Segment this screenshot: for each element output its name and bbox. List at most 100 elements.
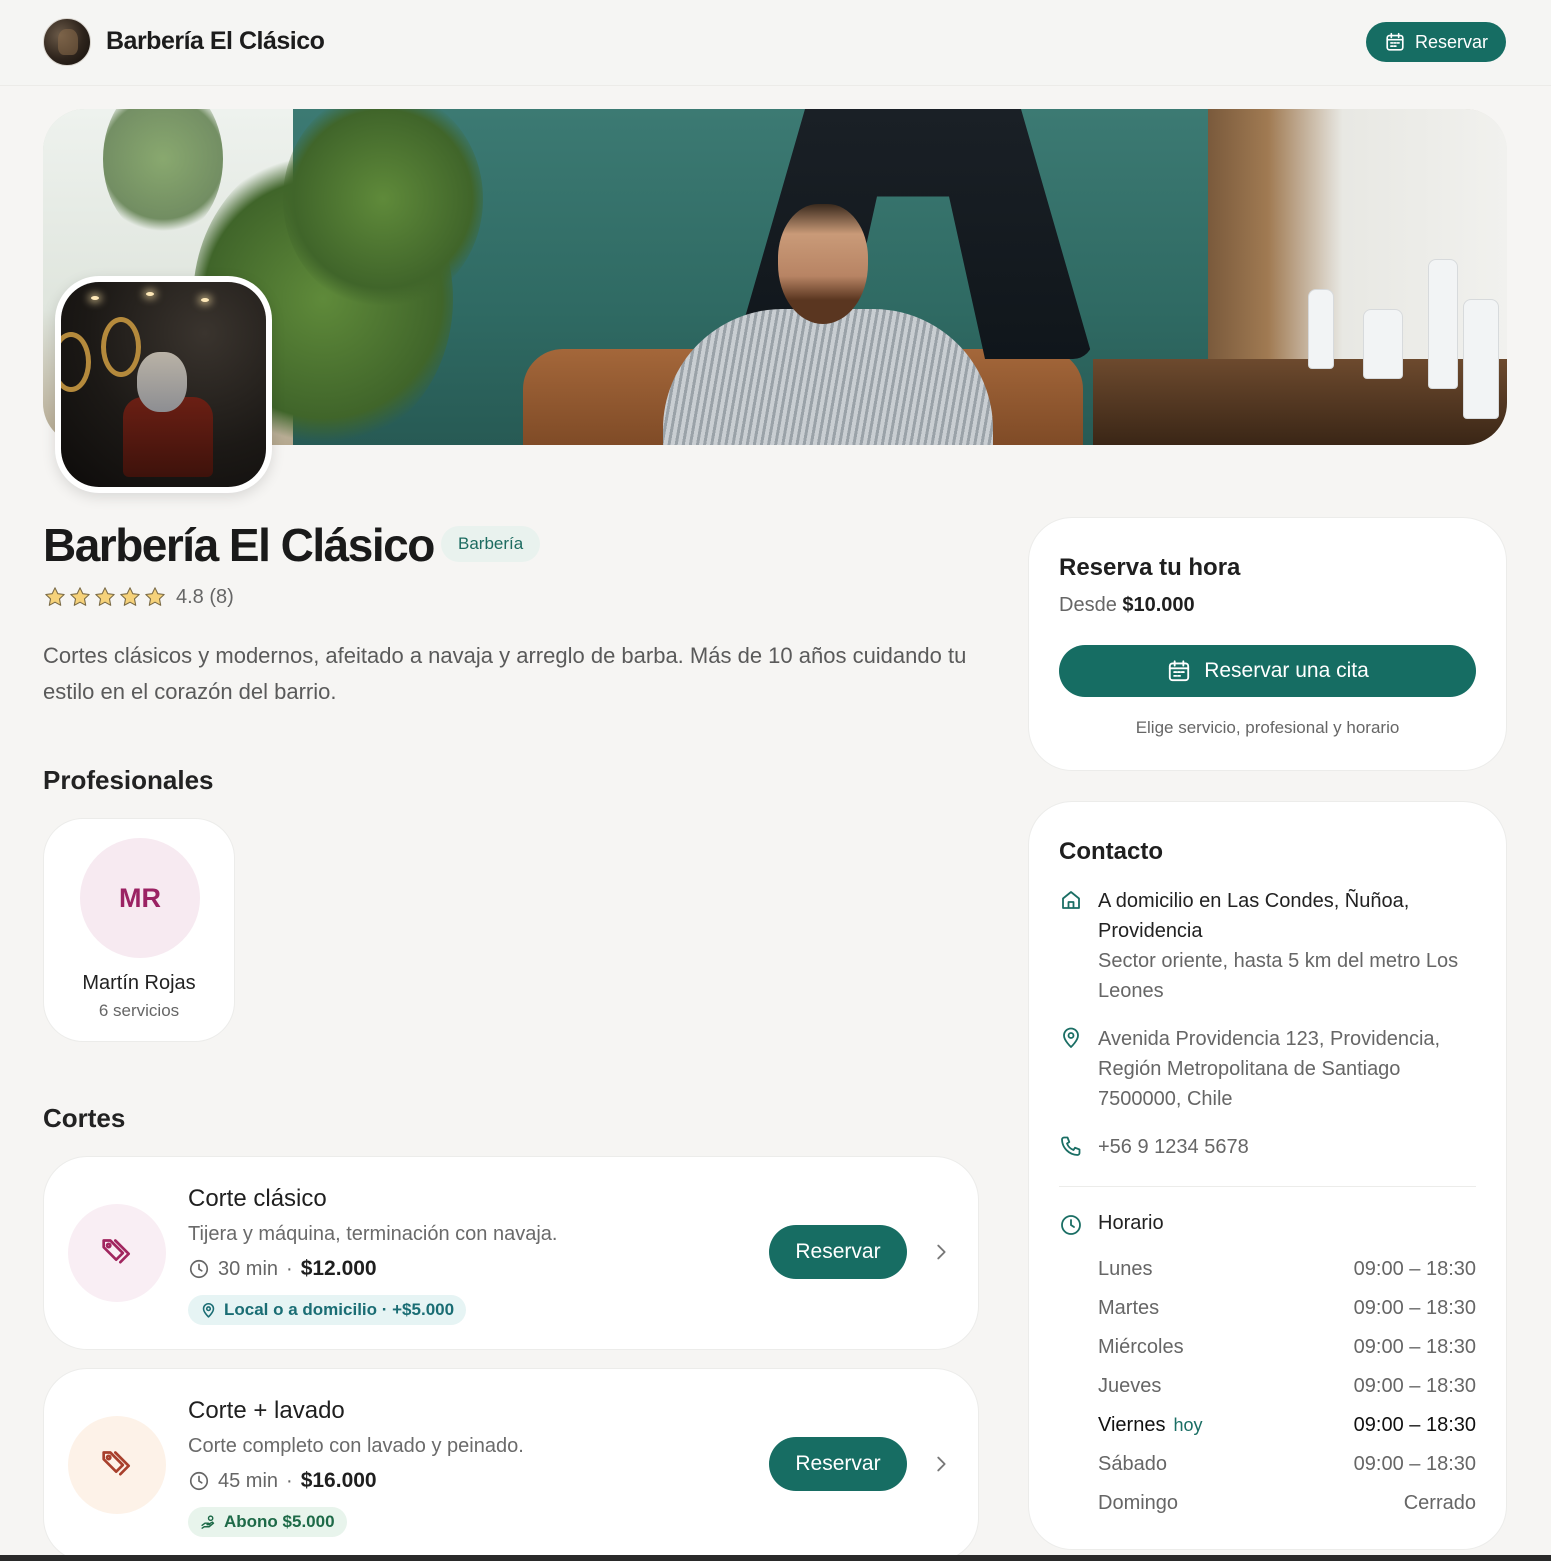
- calendar-icon: [1169, 660, 1190, 682]
- home-service-note: Sector oriente, hasta 5 km del metro Los…: [1098, 950, 1459, 1002]
- client-figure: [137, 352, 187, 412]
- hours-time: 09:00 – 18:30: [1353, 1258, 1476, 1280]
- service-duration: 45 min: [218, 1469, 279, 1492]
- service-reserve-button[interactable]: Reservar: [769, 1437, 907, 1491]
- hours-time: 09:00 – 18:30: [1353, 1414, 1476, 1436]
- booking-from-label: Desde: [1059, 594, 1117, 616]
- hero-bottle: [1363, 309, 1403, 379]
- address-text: Avenida Providencia 123, Providencia, Re…: [1098, 1028, 1441, 1110]
- ceiling-light: [201, 298, 209, 302]
- hero-client-head: [778, 204, 868, 324]
- service-tag-label: Local o a domicilio · +$5.000: [224, 1300, 455, 1319]
- ceiling-light: [91, 296, 99, 300]
- clock-icon: [1061, 1215, 1081, 1235]
- book-appointment-button[interactable]: Reservar una cita: [1059, 645, 1476, 697]
- star-icon: [70, 587, 90, 606]
- star-icon: [95, 587, 115, 606]
- contact-card: Contacto A domicilio en Las Condes, Ñuño…: [1028, 801, 1507, 1550]
- hours-time: Cerrado: [1403, 1492, 1476, 1514]
- section-title-professionals: Profesionales: [43, 765, 214, 795]
- profile-photo[interactable]: [55, 276, 272, 493]
- hours-day: Miércoles: [1098, 1336, 1184, 1358]
- hours-day: Jueves: [1098, 1375, 1162, 1397]
- tags-icon: [102, 1451, 130, 1476]
- service-name: Corte + lavado: [188, 1397, 345, 1424]
- divider: [1059, 1186, 1476, 1187]
- money-hand-icon: [201, 1514, 215, 1529]
- hours-day: Lunes: [1098, 1258, 1153, 1280]
- rating-score: 4.8 (8): [176, 585, 234, 608]
- hours-time: 09:00 – 18:30: [1353, 1297, 1476, 1319]
- contact-title: Contacto: [1059, 838, 1163, 865]
- service-tag: Local o a domicilio · +$5.000: [188, 1295, 467, 1325]
- service-icon: [68, 1416, 166, 1514]
- service-reserve-button[interactable]: Reservar: [769, 1225, 907, 1279]
- calendar-icon: [1386, 32, 1404, 51]
- home-service-text: A domicilio en Las Condes, Ñuñoa, Provid…: [1098, 890, 1410, 942]
- phone-icon: [1061, 1136, 1081, 1156]
- hours-day: Domingo: [1098, 1492, 1179, 1514]
- star-icon: [120, 587, 140, 606]
- clock-icon: [189, 1471, 209, 1491]
- chevron-right-icon[interactable]: [930, 1453, 952, 1475]
- service-name: Corte clásico: [188, 1185, 327, 1212]
- bottom-edge: [0, 1555, 1551, 1561]
- business-description: Cortes clásicos y modernos, afeitado a n…: [43, 643, 967, 704]
- header-reserve-label: Reservar: [1414, 31, 1489, 52]
- hours-title: Horario: [1098, 1212, 1164, 1234]
- mirror: [101, 317, 141, 377]
- avatar: MR: [80, 838, 200, 958]
- category-badge: Barbería: [441, 526, 541, 562]
- hero-bottle: [1463, 299, 1499, 419]
- meta-separator: ·: [286, 1257, 293, 1280]
- clock-icon: [189, 1259, 209, 1279]
- top-bar: Barbería El Clásico Reservar: [0, 0, 1551, 86]
- hours-time: 09:00 – 18:30: [1353, 1336, 1476, 1358]
- hours-day: Martes: [1098, 1297, 1160, 1319]
- service-card[interactable]: Corte + lavado Corte completo con lavado…: [43, 1368, 979, 1561]
- hero-bottle: [1308, 289, 1334, 369]
- service-tag: Abono $5.000: [188, 1507, 347, 1537]
- section-title-cuts: Cortes: [43, 1103, 126, 1133]
- page-title: Barbería El Clásico: [43, 519, 435, 571]
- booking-title: Reserva tu hora: [1059, 554, 1241, 581]
- chevron-right-icon[interactable]: [930, 1241, 952, 1263]
- home-icon: [1062, 891, 1080, 909]
- service-tag-label: Abono $5.000: [224, 1512, 335, 1531]
- service-icon: [68, 1204, 166, 1302]
- booking-from: Desde $10.000: [1059, 594, 1195, 617]
- service-description: Corte completo con lavado y peinado.: [188, 1435, 524, 1457]
- rating[interactable]: 4.8 (8): [43, 585, 234, 609]
- hours-time: 09:00 – 18:30: [1353, 1375, 1476, 1397]
- booking-card: Reserva tu hora Desde $10.000 Reservar u…: [1028, 517, 1507, 771]
- location-pin-icon: [1063, 1027, 1079, 1048]
- service-meta: 30 min · $12.000: [188, 1257, 377, 1281]
- hero-bottle: [1428, 259, 1458, 389]
- service-card[interactable]: Corte clásico Tijera y máquina, terminac…: [43, 1156, 979, 1350]
- professional-name: Martín Rojas: [82, 972, 196, 994]
- tags-icon: [102, 1239, 130, 1264]
- location-pin-icon: [202, 1302, 215, 1318]
- mirror: [61, 332, 91, 392]
- phone-text: +56 9 1234 5678: [1098, 1136, 1249, 1158]
- hours-time: 09:00 – 18:30: [1353, 1453, 1476, 1475]
- professional-card[interactable]: MR Martín Rojas 6 servicios: [43, 818, 235, 1042]
- hours-day: Viernes hoy: [1098, 1414, 1202, 1437]
- service-meta: 45 min · $16.000: [188, 1469, 377, 1493]
- profile-photo-image: [61, 282, 266, 487]
- header-reserve-button[interactable]: Reservar: [1366, 22, 1506, 62]
- service-price: $12.000: [300, 1257, 377, 1280]
- booking-from-price: $10.000: [1122, 594, 1195, 616]
- book-appointment-label: Reservar una cita: [1204, 659, 1369, 682]
- professional-services-count: 6 servicios: [98, 1001, 180, 1020]
- service-duration: 30 min: [218, 1257, 279, 1280]
- hours-day: Sábado: [1098, 1453, 1167, 1475]
- meta-separator: ·: [286, 1469, 293, 1492]
- brand-avatar[interactable]: [43, 18, 91, 66]
- star-icon: [145, 587, 165, 606]
- ceiling-light: [146, 292, 154, 296]
- brand-name[interactable]: Barbería El Clásico: [106, 27, 325, 56]
- service-price: $16.000: [300, 1469, 377, 1492]
- today-badge: hoy: [1173, 1415, 1203, 1435]
- hours-day-label: Viernes: [1098, 1414, 1166, 1436]
